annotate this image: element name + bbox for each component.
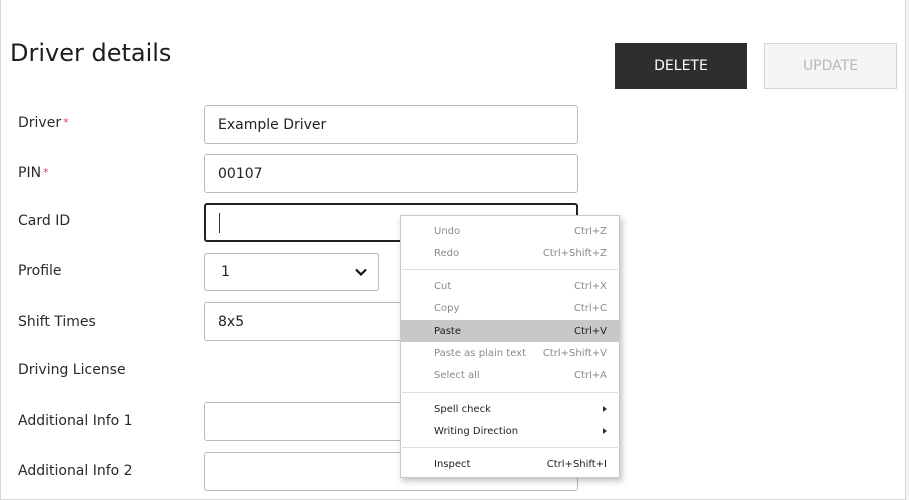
menu-item-select-all[interactable]: Select all Ctrl+A	[401, 364, 619, 386]
menu-separator	[402, 269, 618, 270]
card-id-label: Card ID	[18, 213, 71, 229]
required-marker: *	[63, 116, 69, 129]
profile-label: Profile	[18, 263, 62, 279]
shift-times-value: 8x5	[218, 313, 245, 330]
submenu-arrow-icon	[603, 428, 607, 434]
additional-info-1-label: Additional Info 1	[18, 413, 133, 429]
menu-item-inspect[interactable]: Inspect Ctrl+Shift+I	[401, 453, 619, 475]
driving-license-label: Driving License	[18, 362, 126, 378]
page-title: Driver details	[10, 39, 172, 67]
additional-info-2-label: Additional Info 2	[18, 463, 133, 479]
menu-item-cut[interactable]: Cut Ctrl+X	[401, 275, 619, 297]
pin-value: 00107	[218, 165, 263, 182]
required-marker: *	[43, 166, 49, 179]
submenu-arrow-icon	[603, 406, 607, 412]
context-menu: Undo Ctrl+Z Redo Ctrl+Shift+Z Cut Ctrl+X…	[400, 215, 620, 478]
pin-field[interactable]: 00107	[204, 154, 578, 193]
menu-item-paste-plain[interactable]: Paste as plain text Ctrl+Shift+V	[401, 342, 619, 364]
pin-label: PIN *	[18, 165, 49, 181]
text-caret	[219, 212, 220, 233]
menu-item-writing-direction[interactable]: Writing Direction	[401, 420, 619, 442]
menu-separator	[402, 392, 618, 393]
driver-label: Driver *	[18, 115, 69, 131]
menu-item-spell-check[interactable]: Spell check	[401, 398, 619, 420]
chevron-down-icon	[355, 268, 367, 277]
menu-separator	[402, 447, 618, 448]
profile-value: 1	[221, 264, 230, 280]
update-button[interactable]: UPDATE	[764, 43, 897, 89]
menu-item-paste[interactable]: Paste Ctrl+V	[401, 320, 619, 342]
driver-value: Example Driver	[218, 116, 327, 133]
menu-item-copy[interactable]: Copy Ctrl+C	[401, 297, 619, 319]
menu-item-redo[interactable]: Redo Ctrl+Shift+Z	[401, 242, 619, 264]
menu-item-undo[interactable]: Undo Ctrl+Z	[401, 220, 619, 242]
driver-field[interactable]: Example Driver	[204, 105, 578, 144]
shift-times-label: Shift Times	[18, 314, 96, 330]
delete-button[interactable]: DELETE	[615, 43, 747, 89]
profile-select[interactable]: 1	[204, 253, 379, 291]
